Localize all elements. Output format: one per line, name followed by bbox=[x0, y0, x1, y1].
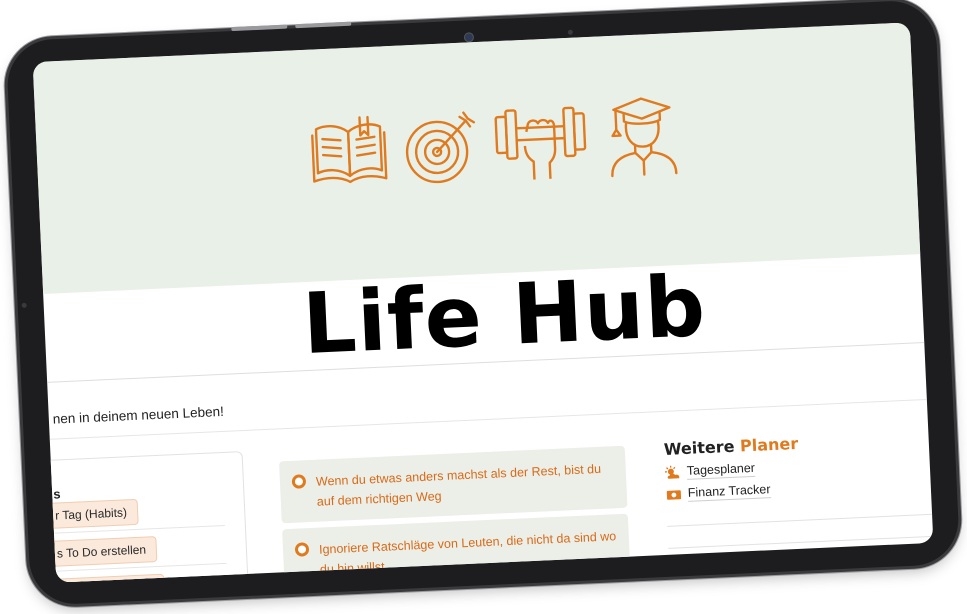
money-icon bbox=[666, 490, 682, 500]
planner-link-tagesplaner[interactable]: Tagesplaner bbox=[664, 459, 800, 481]
create-appointment-button[interactable]: n Termin erstellen bbox=[51, 573, 165, 583]
photo-stage: Life Hub nen in deinem neuen Leben! s r … bbox=[0, 0, 967, 614]
page-cover bbox=[32, 22, 921, 294]
sun-cloud-icon bbox=[664, 465, 680, 479]
tablet-device: Life Hub nen in deinem neuen Leben! s r … bbox=[5, 0, 961, 606]
planner-link-finanz-tracker[interactable]: Finanz Tracker bbox=[666, 481, 801, 503]
divider bbox=[668, 535, 934, 549]
callout-bullet-icon bbox=[294, 542, 310, 557]
create-todo-button[interactable]: s To Do erstellen bbox=[49, 536, 158, 567]
planner-heading-prefix: Weitere bbox=[663, 436, 735, 459]
sensor bbox=[21, 302, 27, 308]
habits-button[interactable]: r Tag (Habits) bbox=[47, 498, 139, 529]
sensor bbox=[567, 29, 573, 35]
card-heading: s bbox=[52, 486, 61, 502]
planner-heading: Weitere Planer bbox=[663, 434, 798, 459]
quote-text: Wenn du etwas anders machst als der Rest… bbox=[315, 461, 602, 509]
welcome-text: nen in deinem neuen Leben! bbox=[52, 403, 225, 427]
callout-bullet-icon bbox=[291, 474, 307, 489]
quote-callout: Wenn du etwas anders machst als der Rest… bbox=[278, 445, 628, 524]
divider bbox=[667, 513, 934, 527]
tablet-screen: Life Hub nen in deinem neuen Leben! s r … bbox=[32, 22, 934, 583]
planner-links: Weitere Planer Tagesplaner Finanz Tracke… bbox=[663, 434, 800, 503]
quick-actions-card: s r Tag (Habits) s To Do erstellen n Ter… bbox=[44, 451, 250, 583]
page-title: Life Hub bbox=[300, 256, 708, 374]
planner-link-label[interactable]: Tagesplaner bbox=[686, 460, 756, 480]
top-hardware-button bbox=[295, 21, 352, 29]
hero-icons bbox=[307, 93, 684, 192]
target-icon bbox=[405, 111, 476, 184]
planner-link-label[interactable]: Finanz Tracker bbox=[687, 482, 771, 502]
dumbbell-icon bbox=[494, 106, 587, 180]
book-icon bbox=[311, 115, 388, 184]
front-camera bbox=[463, 32, 475, 43]
quote-text: Ignoriere Ratschläge von Leuten, die nic… bbox=[318, 529, 617, 577]
quote-callout: Ignoriere Ratschläge von Leuten, die nic… bbox=[282, 513, 631, 583]
top-hardware-button bbox=[231, 24, 288, 32]
graduate-icon bbox=[611, 97, 678, 178]
planner-heading-accent: Planer bbox=[739, 433, 799, 456]
